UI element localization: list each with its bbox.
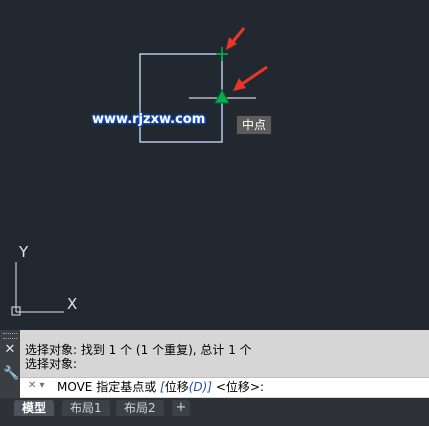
- ucs-icon: Y X: [11, 243, 77, 316]
- annotation-arrow: [226, 27, 246, 50]
- watermark-text: www.rjzxw.com: [92, 112, 206, 127]
- option-displacement[interactable]: 位移(D): [165, 380, 208, 394]
- snap-tooltip: 中点: [236, 115, 273, 135]
- drawing-canvas[interactable]: Y X www.rjzxw.com 中点: [0, 0, 429, 330]
- wrench-icon[interactable]: 🔧: [3, 367, 19, 381]
- drag-grip-icon[interactable]: [3, 333, 17, 339]
- prompt-default: <位移>:: [215, 380, 265, 394]
- history-line: 选择对象: 找到 1 个 (1 个重复), 总计 1 个: [25, 343, 252, 357]
- canvas-graphics: Y X: [11, 27, 268, 316]
- layout-tab-bar: 模型 布局1 布局2 +: [0, 398, 429, 426]
- command-line-panel: ✕ 🔧 选择对象: 找到 1 个 (1 个重复), 总计 1 个 选择对象: ✕…: [0, 330, 429, 398]
- command-history: 选择对象: 找到 1 个 (1 个重复), 总计 1 个 选择对象:: [25, 343, 252, 371]
- midpoint-snap-icon: [214, 88, 230, 104]
- option-close-bracket: ]: [207, 380, 213, 394]
- history-line: 选择对象:: [25, 357, 78, 371]
- close-icon[interactable]: ✕: [3, 343, 17, 357]
- command-input[interactable]: ✕ ▾ MOVE 指定基点或 [位移(D)] <位移>:: [20, 377, 429, 397]
- option-text: 位移: [164, 380, 189, 394]
- command-menu-icon[interactable]: ✕ ▾: [28, 380, 45, 391]
- command-prompt: MOVE 指定基点或 [位移(D)] <位移>:: [57, 380, 264, 395]
- tab-model[interactable]: 模型: [14, 400, 55, 416]
- add-layout-button[interactable]: +: [172, 400, 190, 416]
- tab-layout1[interactable]: 布局1: [62, 400, 110, 416]
- ucs-x-label: X: [67, 295, 77, 313]
- prompt-command: MOVE 指定基点或: [57, 380, 157, 394]
- tab-layout2[interactable]: 布局2: [116, 400, 164, 416]
- annotation-arrow: [233, 65, 268, 91]
- ucs-y-label: Y: [18, 243, 29, 261]
- option-key: (D): [188, 380, 208, 394]
- command-panel-sidebar: ✕ 🔧: [0, 330, 20, 398]
